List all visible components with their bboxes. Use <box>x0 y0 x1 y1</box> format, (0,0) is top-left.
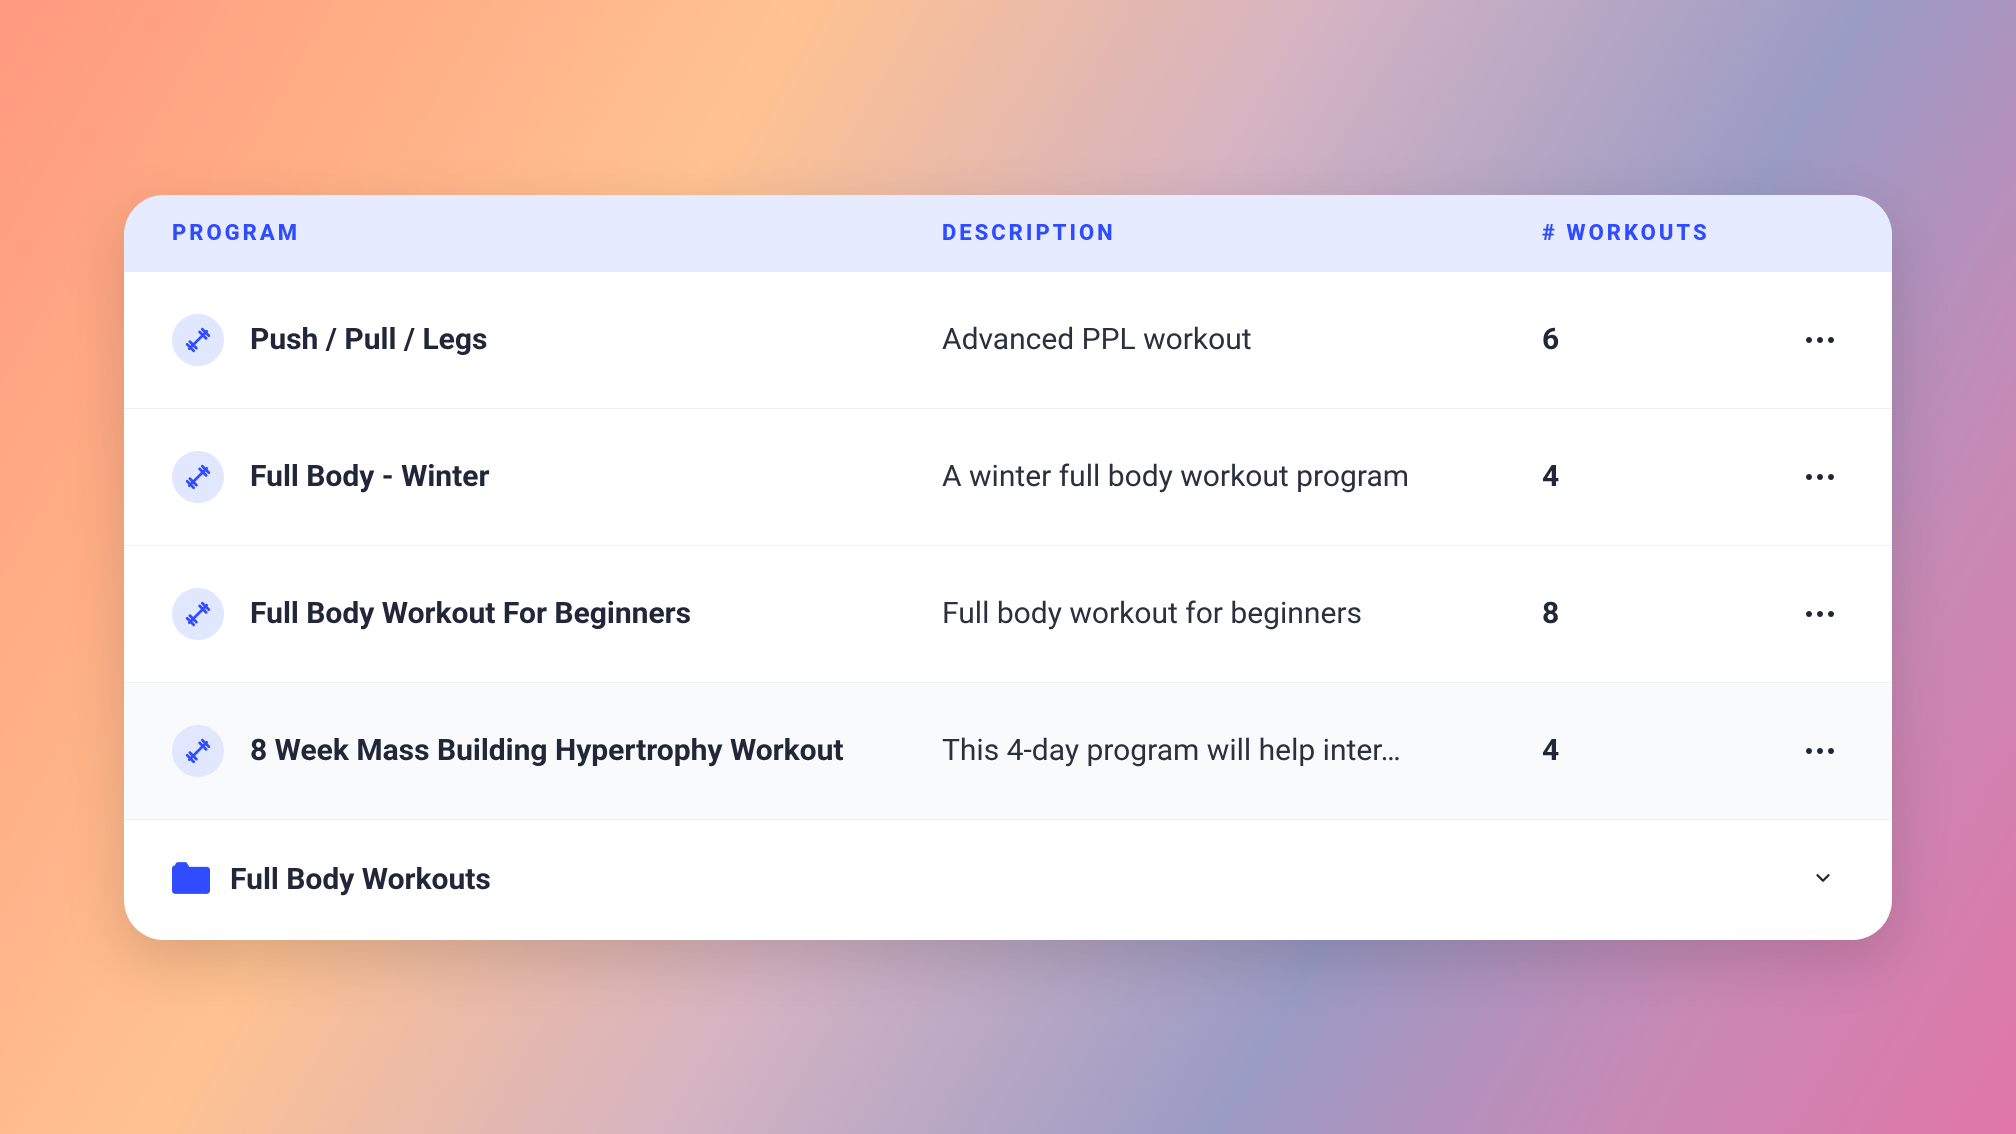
folder-icon <box>172 862 210 898</box>
more-actions-icon[interactable] <box>1806 748 1834 754</box>
program-description: This 4-day program will help inter… <box>942 733 1542 768</box>
more-actions-icon[interactable] <box>1806 611 1834 617</box>
column-header-program[interactable]: Program <box>172 221 942 246</box>
program-name: 8 Week Mass Building Hypertrophy Workout <box>250 733 844 768</box>
table-row[interactable]: Push / Pull / Legs Advanced PPL workout … <box>124 272 1892 409</box>
table-row[interactable]: Full Body - Winter A winter full body wo… <box>124 409 1892 546</box>
dumbbell-icon <box>172 314 224 366</box>
chevron-down-icon[interactable] <box>1812 867 1844 893</box>
program-description: A winter full body workout program <box>942 459 1542 494</box>
programs-table-card: Program Description # Workouts Push / Pu… <box>124 195 1892 940</box>
program-name: Full Body - Winter <box>250 459 489 494</box>
workouts-count: 8 <box>1542 596 1782 631</box>
workouts-count: 4 <box>1542 733 1782 768</box>
column-header-description[interactable]: Description <box>942 221 1542 246</box>
dumbbell-icon <box>172 725 224 777</box>
dumbbell-icon <box>172 451 224 503</box>
workouts-count: 6 <box>1542 322 1782 357</box>
program-name: Full Body Workout For Beginners <box>250 596 691 631</box>
workouts-count: 4 <box>1542 459 1782 494</box>
table-row[interactable]: Full Body Workout For Beginners Full bod… <box>124 546 1892 683</box>
folder-name: Full Body Workouts <box>230 862 491 897</box>
more-actions-icon[interactable] <box>1806 474 1834 480</box>
column-header-workouts[interactable]: # Workouts <box>1542 221 1782 246</box>
table-row[interactable]: 8 Week Mass Building Hypertrophy Workout… <box>124 683 1892 819</box>
program-description: Full body workout for beginners <box>942 596 1542 631</box>
table-header: Program Description # Workouts <box>124 195 1892 272</box>
folder-row[interactable]: Full Body Workouts <box>124 819 1892 940</box>
program-name: Push / Pull / Legs <box>250 322 487 357</box>
dumbbell-icon <box>172 588 224 640</box>
more-actions-icon[interactable] <box>1806 337 1834 343</box>
program-description: Advanced PPL workout <box>942 322 1542 357</box>
